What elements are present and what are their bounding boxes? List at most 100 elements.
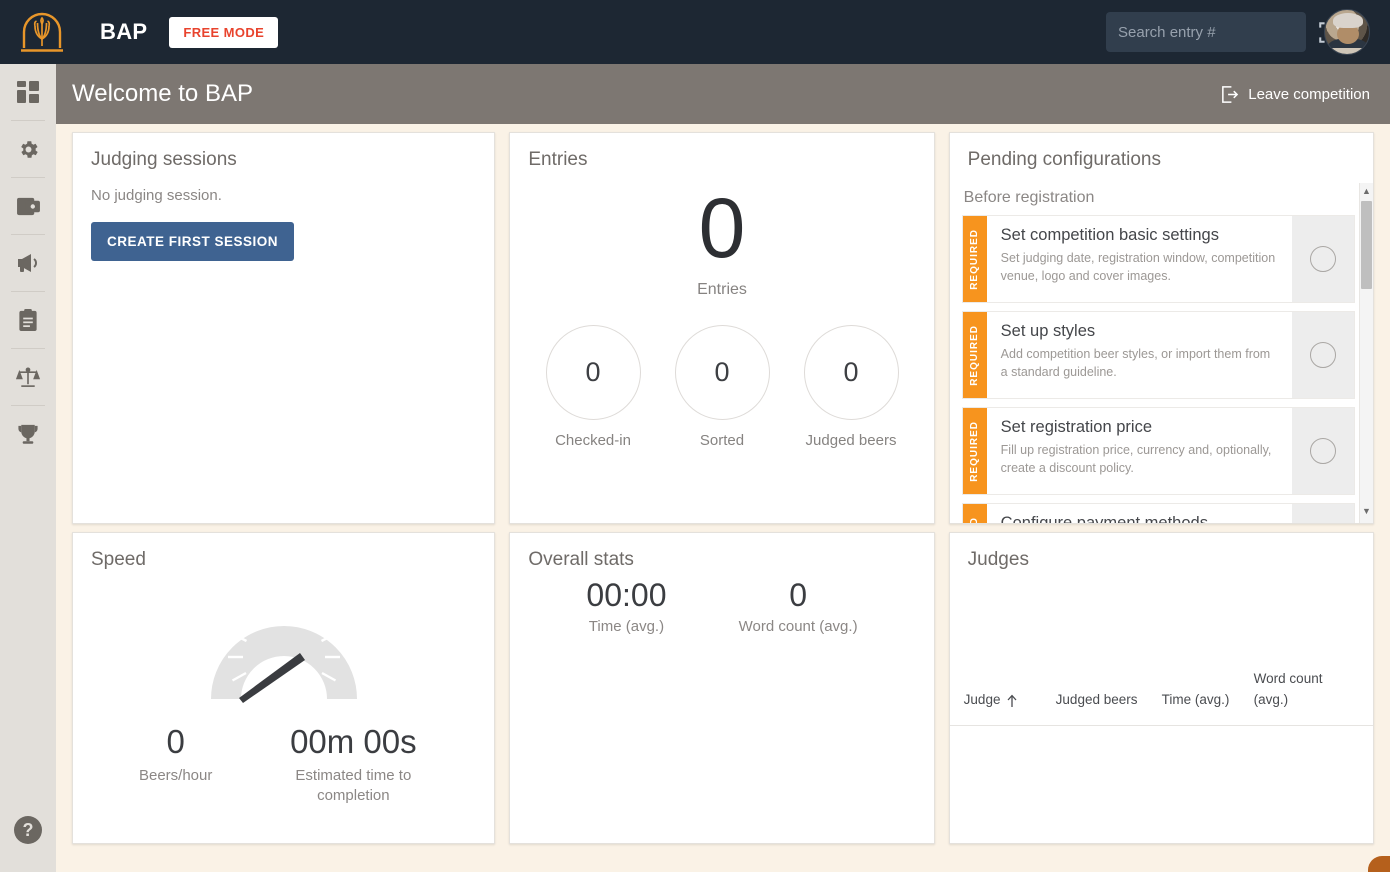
estimated-time-stat: 00m 00s Estimated time to completion	[278, 723, 428, 805]
judging-sessions-title: Judging sessions	[73, 133, 494, 171]
pending-item-checkbox[interactable]	[1292, 312, 1354, 398]
top-bar: BAP FREE MODE	[0, 0, 1390, 64]
column-header-judged-beers[interactable]: Judged beers	[1056, 690, 1162, 725]
stat-checked-in-label: Checked-in	[546, 432, 641, 449]
word-count-avg-value: 0	[739, 577, 858, 614]
stat-sorted-value: 0	[675, 325, 770, 420]
dashboard-row-1: Judging sessions No judging session. CRE…	[72, 132, 1374, 524]
sidebar-item-entries[interactable]	[0, 292, 56, 348]
entries-title: Entries	[510, 133, 933, 171]
pending-item-payment-methods[interactable]: REQUIRED Configure payment methods Set a…	[962, 503, 1355, 523]
stat-judged-beers-label: Judged beers	[804, 432, 899, 449]
pending-group-label: Before registration	[962, 183, 1355, 215]
judges-table-body	[950, 726, 1373, 844]
word-count-avg-stat: 0 Word count (avg.)	[739, 577, 858, 635]
sidebar-item-results[interactable]	[0, 406, 56, 462]
gear-icon	[17, 138, 40, 161]
column-header-judge[interactable]: Judge	[964, 690, 1056, 725]
column-header-time-avg[interactable]: Time (avg.)	[1162, 690, 1254, 725]
scrollbar-thumb[interactable]	[1361, 201, 1372, 289]
pending-item-body: Configure payment methods Set at least o…	[987, 504, 1292, 523]
required-badge: REQUIRED	[963, 504, 987, 523]
pending-scrollbar[interactable]: ▲ ▼	[1359, 183, 1373, 523]
estimated-time-label: Estimated time to completion	[278, 766, 428, 805]
entries-card: Entries 0 Entries 0 Checked-in 0 Sorted	[509, 132, 934, 524]
judges-card: Judges Judge Judged beers Time (a	[949, 532, 1374, 844]
time-avg-label: Time (avg.)	[586, 618, 666, 635]
sidebar-item-announcements[interactable]	[0, 235, 56, 291]
leave-competition-button[interactable]: Leave competition	[1220, 85, 1370, 104]
estimated-time-value: 00m 00s	[278, 723, 428, 761]
dashboard-row-2: Speed	[72, 532, 1374, 844]
question-mark-icon[interactable]: ?	[14, 816, 42, 844]
avatar[interactable]	[1324, 9, 1370, 55]
stat-sorted-label: Sorted	[675, 432, 770, 449]
pending-item-checkbox[interactable]	[1292, 504, 1354, 523]
sidebar: ?	[0, 64, 56, 872]
clipboard-icon	[18, 309, 38, 332]
page: Welcome to BAP Leave competition Judging…	[56, 64, 1390, 872]
sidebar-item-settings[interactable]	[0, 121, 56, 177]
pending-item-body: Set competition basic settings Set judgi…	[987, 216, 1292, 302]
wallet-icon	[17, 196, 40, 217]
search-box[interactable]	[1106, 12, 1306, 52]
create-first-session-button[interactable]: CREATE FIRST SESSION	[91, 222, 294, 261]
pending-item-body: Set registration price Fill up registrat…	[987, 408, 1292, 494]
overall-stats-title: Overall stats	[510, 533, 933, 571]
pending-item-description: Set judging date, registration window, c…	[1001, 249, 1280, 285]
caret-down-icon[interactable]: ▼	[1362, 503, 1371, 519]
leave-competition-label: Leave competition	[1248, 86, 1370, 103]
pending-item-styles[interactable]: REQUIRED Set up styles Add competition b…	[962, 311, 1355, 399]
word-count-avg-label: Word count (avg.)	[739, 618, 858, 635]
barley-arch-logo[interactable]	[14, 10, 70, 54]
speedometer-gauge	[73, 577, 494, 717]
stat-checked-in-value: 0	[546, 325, 641, 420]
pending-item-checkbox[interactable]	[1292, 408, 1354, 494]
free-mode-badge: FREE MODE	[169, 17, 278, 48]
pending-item-body: Set up styles Add competition beer style…	[987, 312, 1292, 398]
pending-item-basic-settings[interactable]: REQUIRED Set competition basic settings …	[962, 215, 1355, 303]
entries-total: 0 Entries	[510, 189, 933, 299]
pending-item-checkbox[interactable]	[1292, 216, 1354, 302]
app-title: BAP	[100, 19, 147, 45]
entries-total-value: 0	[510, 189, 933, 269]
required-badge: REQUIRED	[963, 216, 987, 302]
speed-card: Speed	[72, 532, 495, 844]
pending-item-registration-price[interactable]: REQUIRED Set registration price Fill up …	[962, 407, 1355, 495]
dashboard-content: Judging sessions No judging session. CRE…	[56, 132, 1390, 844]
stat-judged-beers: 0 Judged beers	[804, 325, 899, 449]
trophy-icon	[17, 423, 39, 446]
scales-icon	[16, 366, 40, 389]
entries-total-label: Entries	[510, 281, 933, 299]
no-session-text: No judging session.	[73, 171, 494, 204]
column-header-judge-label: Judge	[964, 690, 1001, 711]
judges-title: Judges	[950, 533, 1373, 571]
page-title: Welcome to BAP	[72, 80, 253, 108]
required-badge: REQUIRED	[963, 408, 987, 494]
stat-checked-in: 0 Checked-in	[546, 325, 641, 449]
megaphone-icon	[16, 252, 40, 274]
pending-item-name: Configure payment methods	[1001, 514, 1280, 523]
exit-icon	[1220, 85, 1239, 104]
column-header-word-count-avg[interactable]: Word count (avg.)	[1254, 669, 1334, 725]
page-header: Welcome to BAP Leave competition	[56, 64, 1390, 124]
sidebar-item-dashboard[interactable]	[0, 64, 56, 120]
beers-per-hour-value: 0	[139, 723, 212, 761]
pending-configurations-list: Before registration REQUIRED Set competi…	[950, 183, 1373, 523]
search-input[interactable]	[1118, 24, 1317, 41]
pending-item-name: Set registration price	[1001, 418, 1280, 437]
time-avg-stat: 00:00 Time (avg.)	[586, 577, 666, 635]
pending-configurations-card: Pending configurations Before registrati…	[949, 132, 1374, 524]
arrow-up-icon	[1006, 694, 1018, 708]
overall-stats-card: Overall stats 00:00 Time (avg.) 0 Word c…	[509, 532, 934, 844]
speed-title: Speed	[73, 533, 494, 571]
sidebar-item-payments[interactable]	[0, 178, 56, 234]
sidebar-item-judging[interactable]	[0, 349, 56, 405]
caret-up-icon[interactable]: ▲	[1362, 183, 1371, 199]
pending-configurations-title: Pending configurations	[950, 133, 1373, 171]
help-button[interactable]: ?	[0, 802, 56, 858]
beers-per-hour-stat: 0 Beers/hour	[139, 723, 212, 805]
overall-stats-values: 00:00 Time (avg.) 0 Word count (avg.)	[510, 577, 933, 635]
judges-table: Judge Judged beers Time (avg.) Word coun…	[950, 611, 1373, 843]
beers-per-hour-label: Beers/hour	[139, 766, 212, 786]
